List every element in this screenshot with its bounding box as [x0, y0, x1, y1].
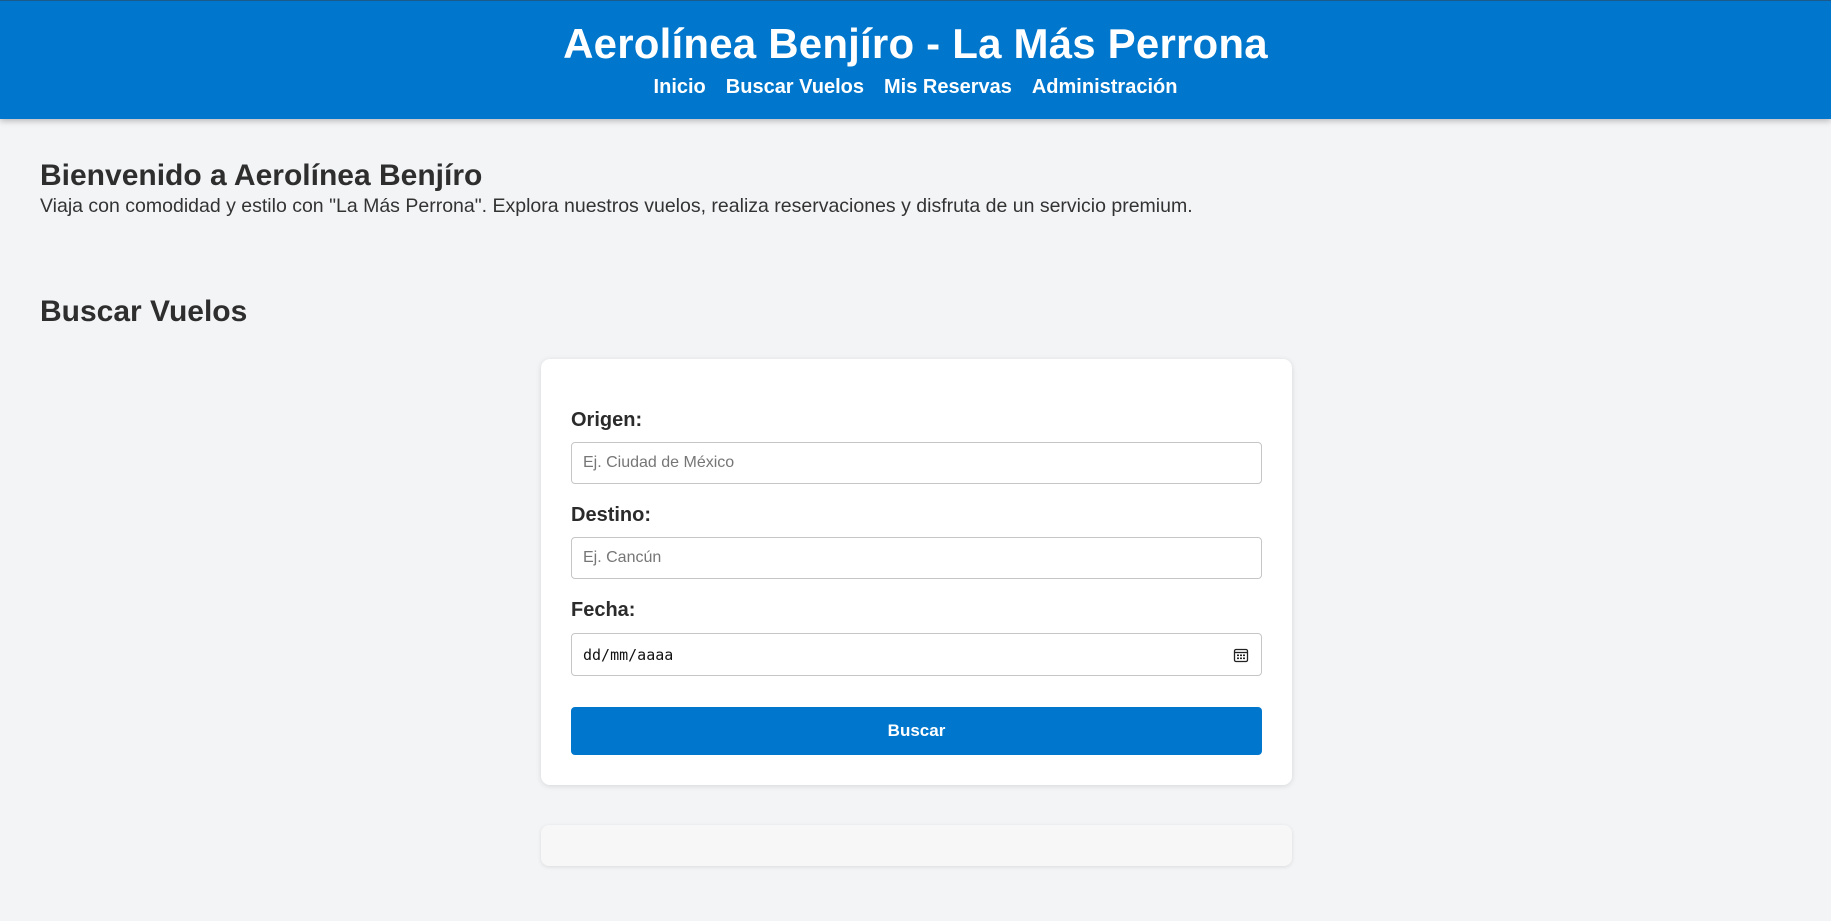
origin-label: Origen: [571, 409, 643, 431]
destination-label: Destino: [571, 504, 651, 526]
calendar-icon[interactable] [1233, 647, 1249, 663]
search-section-title: Buscar Vuelos [40, 295, 248, 328]
welcome-text: Viaja con comodidad y estilo con "La Más… [40, 195, 1193, 217]
flight-search-form: Origen: Destino: Fecha: dd/mm/aaaa Busca… [541, 359, 1292, 785]
results-panel [541, 825, 1292, 866]
main-nav: Inicio Buscar Vuelos Mis Reservas Admini… [0, 75, 1831, 99]
welcome-section: Bienvenido a Aerolínea Benjíro Viaja con… [40, 158, 1790, 218]
nav-link-inicio[interactable]: Inicio [654, 75, 706, 99]
nav-link-mis-reservas[interactable]: Mis Reservas [884, 75, 1012, 99]
nav-link-administracion[interactable]: Administración [1032, 75, 1178, 99]
nav-link-buscar-vuelos[interactable]: Buscar Vuelos [726, 75, 864, 99]
date-placeholder: dd/mm/aaaa [583, 646, 674, 664]
date-input[interactable]: dd/mm/aaaa [571, 633, 1262, 676]
destination-input[interactable] [571, 537, 1262, 579]
search-button[interactable]: Buscar [571, 707, 1262, 755]
site-header: Aerolínea Benjíro - La Más Perrona Inici… [0, 0, 1831, 119]
date-label: Fecha: [571, 599, 636, 621]
origin-input[interactable] [571, 442, 1262, 484]
site-title: Aerolínea Benjíro - La Más Perrona [563, 20, 1268, 67]
welcome-heading: Bienvenido a Aerolínea Benjíro [40, 159, 483, 192]
